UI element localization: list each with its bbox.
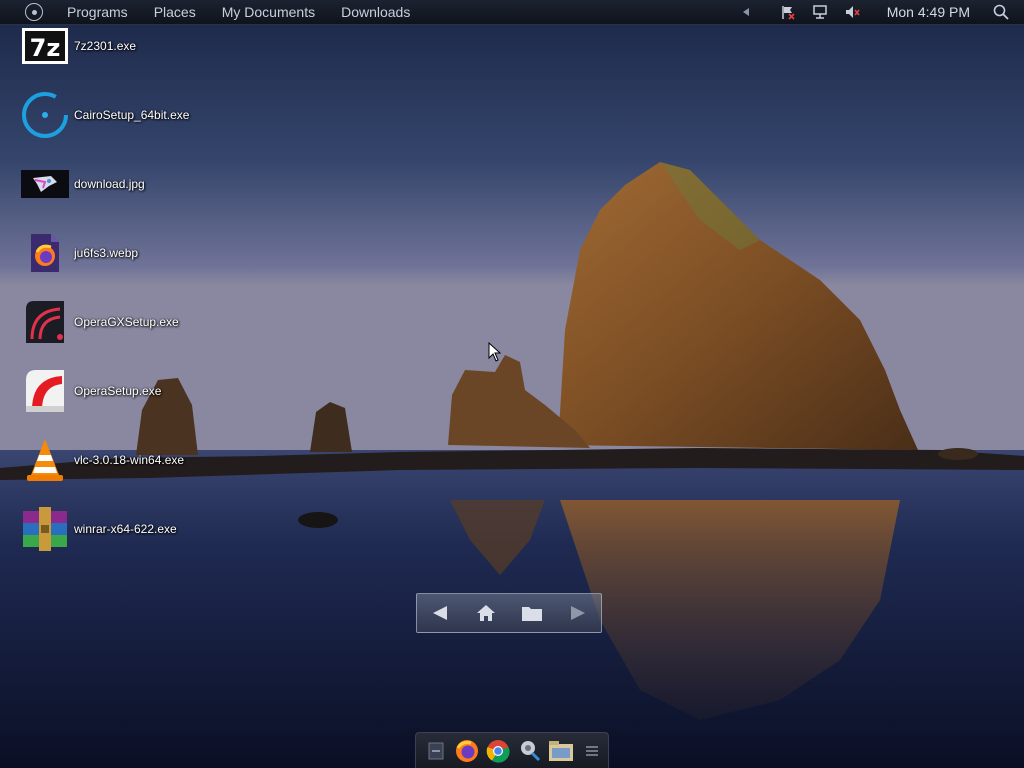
menu-places[interactable]: Places bbox=[154, 4, 196, 20]
action-center-flag-icon[interactable] bbox=[779, 3, 797, 21]
file-manager-icon[interactable] bbox=[545, 736, 576, 766]
opera-icon bbox=[20, 367, 70, 415]
system-tray: Mon 4:49 PM bbox=[737, 0, 1024, 24]
menu-programs[interactable]: Programs bbox=[67, 4, 128, 20]
top-panel: Programs Places My Documents Downloads M… bbox=[0, 0, 1024, 25]
7zip-icon: 7z bbox=[20, 22, 70, 70]
desktop-icon-ju6fs3-webp[interactable]: ju6fs3.webp bbox=[20, 229, 138, 277]
desktop-icon-label: vlc-3.0.18-win64.exe bbox=[74, 453, 185, 467]
chrome-icon[interactable] bbox=[483, 736, 514, 766]
vlc-icon bbox=[20, 436, 70, 484]
desktop-icon-operasetup[interactable]: OperaSetup.exe bbox=[20, 367, 161, 415]
start-menu-icon[interactable] bbox=[25, 3, 43, 21]
desktop-icon-download-jpg[interactable]: download.jpg bbox=[20, 160, 145, 208]
winrar-icon bbox=[20, 505, 70, 553]
tray-expand-arrow-icon[interactable] bbox=[737, 3, 755, 21]
clock[interactable]: Mon 4:49 PM bbox=[887, 4, 970, 20]
menu-downloads[interactable]: Downloads bbox=[341, 4, 410, 20]
desktop-icon-label: 7z2301.exe bbox=[74, 39, 137, 53]
desktop-icon-label: download.jpg bbox=[74, 177, 145, 191]
desktop-icon-label: winrar-x64-622.exe bbox=[74, 522, 177, 536]
desktop-icon-7z2301[interactable]: 7z 7z2301.exe bbox=[20, 22, 136, 70]
home-icon[interactable] bbox=[471, 598, 501, 628]
search-icon[interactable] bbox=[992, 3, 1010, 21]
mouse-cursor bbox=[488, 341, 502, 367]
desktop-icon-label: OperaSetup.exe bbox=[74, 384, 162, 398]
show-desktop-icon[interactable] bbox=[420, 736, 451, 766]
menu-icon[interactable] bbox=[577, 736, 608, 766]
opera-gx-icon bbox=[20, 298, 70, 346]
folder-icon[interactable] bbox=[517, 598, 547, 628]
desktop-icon-cairosetup[interactable]: CairoSetup_64bit.exe bbox=[20, 91, 189, 139]
desktop-icon-operagxsetup[interactable]: OperaGXSetup.exe bbox=[20, 298, 179, 346]
bottom-dock bbox=[415, 732, 609, 768]
desktop-icon-vlc[interactable]: vlc-3.0.18-win64.exe bbox=[20, 436, 184, 484]
firefox-icon[interactable] bbox=[451, 736, 482, 766]
volume-muted-icon[interactable] bbox=[843, 3, 861, 21]
desktop-icon-label: ju6fs3.webp bbox=[74, 246, 139, 260]
network-icon[interactable] bbox=[811, 3, 829, 21]
settings-tool-icon[interactable] bbox=[514, 736, 545, 766]
forward-arrow-icon[interactable] bbox=[563, 598, 593, 628]
firefox-file-icon bbox=[20, 229, 70, 277]
back-arrow-icon[interactable] bbox=[425, 598, 455, 628]
desktop-icon-label: OperaGXSetup.exe bbox=[74, 315, 179, 329]
navigation-widget bbox=[416, 593, 602, 633]
desktop-icon-label: CairoSetup_64bit.exe bbox=[74, 108, 190, 122]
menu-my-documents[interactable]: My Documents bbox=[222, 4, 315, 20]
cairo-icon bbox=[20, 91, 70, 139]
image-thumbnail-icon bbox=[20, 160, 70, 208]
svg-text:7z: 7z bbox=[30, 34, 61, 62]
desktop-icon-winrar[interactable]: winrar-x64-622.exe bbox=[20, 505, 177, 553]
